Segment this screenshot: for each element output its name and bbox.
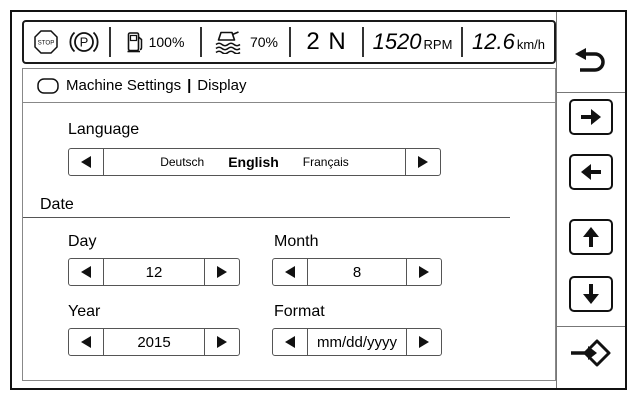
def-icon [215,31,241,54]
status-brakes: STOP P [24,22,109,62]
status-fuel: 100% [111,22,200,62]
triangle-right-icon [419,266,429,278]
engine-speed-unit: RPM [423,37,453,52]
triangle-left-icon [81,336,91,348]
language-option-francais[interactable]: Français [303,155,349,169]
year-selector: 2015 [68,328,240,356]
arrow-left-icon [581,164,601,180]
day-selector: 12 [68,258,240,286]
arrow-left-button[interactable] [569,154,613,190]
fuel-level: 100% [148,34,185,50]
arrow-right-icon [581,109,601,125]
nav-divider [557,92,625,93]
enter-button[interactable] [560,328,622,378]
back-button[interactable] [560,38,622,86]
breadcrumb-page: Display [197,77,247,94]
parking-icon-label: P [79,35,88,50]
nav-divider [557,326,625,327]
status-gear: 2 N [291,22,362,62]
breadcrumb-separator: | [187,77,192,94]
arrow-up-icon [583,227,599,247]
arrow-right-button[interactable] [569,99,613,135]
day-label: Day [68,233,97,250]
ground-speed-readout: 12.6 km/h [472,29,545,55]
month-increment-button[interactable] [406,259,441,285]
triangle-left-icon [285,336,295,348]
triangle-right-icon [418,156,428,168]
engine-speed-value: 1520 [372,29,422,54]
format-selector: mm/dd/yyyy [272,328,442,356]
format-value[interactable]: mm/dd/yyyy [308,329,406,355]
status-ground-speed: 12.6 km/h [463,22,554,62]
breadcrumb: Machine Settings | Display [23,69,555,103]
language-selector: Deutsch English Français [68,148,441,176]
triangle-left-icon [285,266,295,278]
engine-speed-readout: 1520 RPM [373,29,453,55]
enter-icon [571,339,611,367]
triangle-right-icon [419,336,429,348]
status-def: 70% [202,22,289,62]
fuel-icon [127,32,142,53]
language-option-deutsch[interactable]: Deutsch [160,155,204,169]
arrow-up-button[interactable] [569,219,613,255]
month-value[interactable]: 8 [308,259,406,285]
month-selector: 8 [272,258,442,286]
settings-panel: Machine Settings | Display Language Deut… [22,68,556,381]
month-decrement-button[interactable] [273,259,308,285]
language-prev-button[interactable] [69,149,104,175]
triangle-left-icon [81,266,91,278]
year-increment-button[interactable] [204,329,239,355]
year-label: Year [68,303,101,320]
year-decrement-button[interactable] [69,329,104,355]
year-value[interactable]: 2015 [104,329,204,355]
language-option-english[interactable]: English [228,154,279,170]
language-options: Deutsch English Français [104,149,405,175]
month-label: Month [274,233,319,250]
breadcrumb-section: Machine Settings [66,77,182,94]
status-bar: STOP P 100% 70% 2 N 1520 RPM 12.6 km/h [22,20,556,64]
gear-readout: 2 N [306,28,347,55]
triangle-right-icon [217,336,227,348]
triangle-right-icon [217,266,227,278]
ground-speed-unit: km/h [516,37,545,52]
day-increment-button[interactable] [204,259,239,285]
stop-icon-label: STOP [37,39,54,46]
day-decrement-button[interactable] [69,259,104,285]
date-section-divider [23,217,510,218]
format-label: Format [274,303,325,320]
stop-icon: STOP [33,30,58,54]
arrow-down-icon [583,284,599,304]
arrow-down-button[interactable] [569,276,613,312]
format-prev-button[interactable] [273,329,308,355]
ground-speed-value: 12.6 [472,29,515,54]
def-level: 70% [249,34,279,50]
date-section-label: Date [40,196,74,213]
triangle-left-icon [81,156,91,168]
status-engine-speed: 1520 RPM [364,22,461,62]
day-value[interactable]: 12 [104,259,204,285]
language-label: Language [68,121,140,138]
format-next-button[interactable] [406,329,441,355]
back-icon [575,48,605,72]
nav-column [556,12,625,388]
page-icon [37,77,59,94]
language-next-button[interactable] [405,149,440,175]
parking-brake-icon: P [68,31,99,53]
